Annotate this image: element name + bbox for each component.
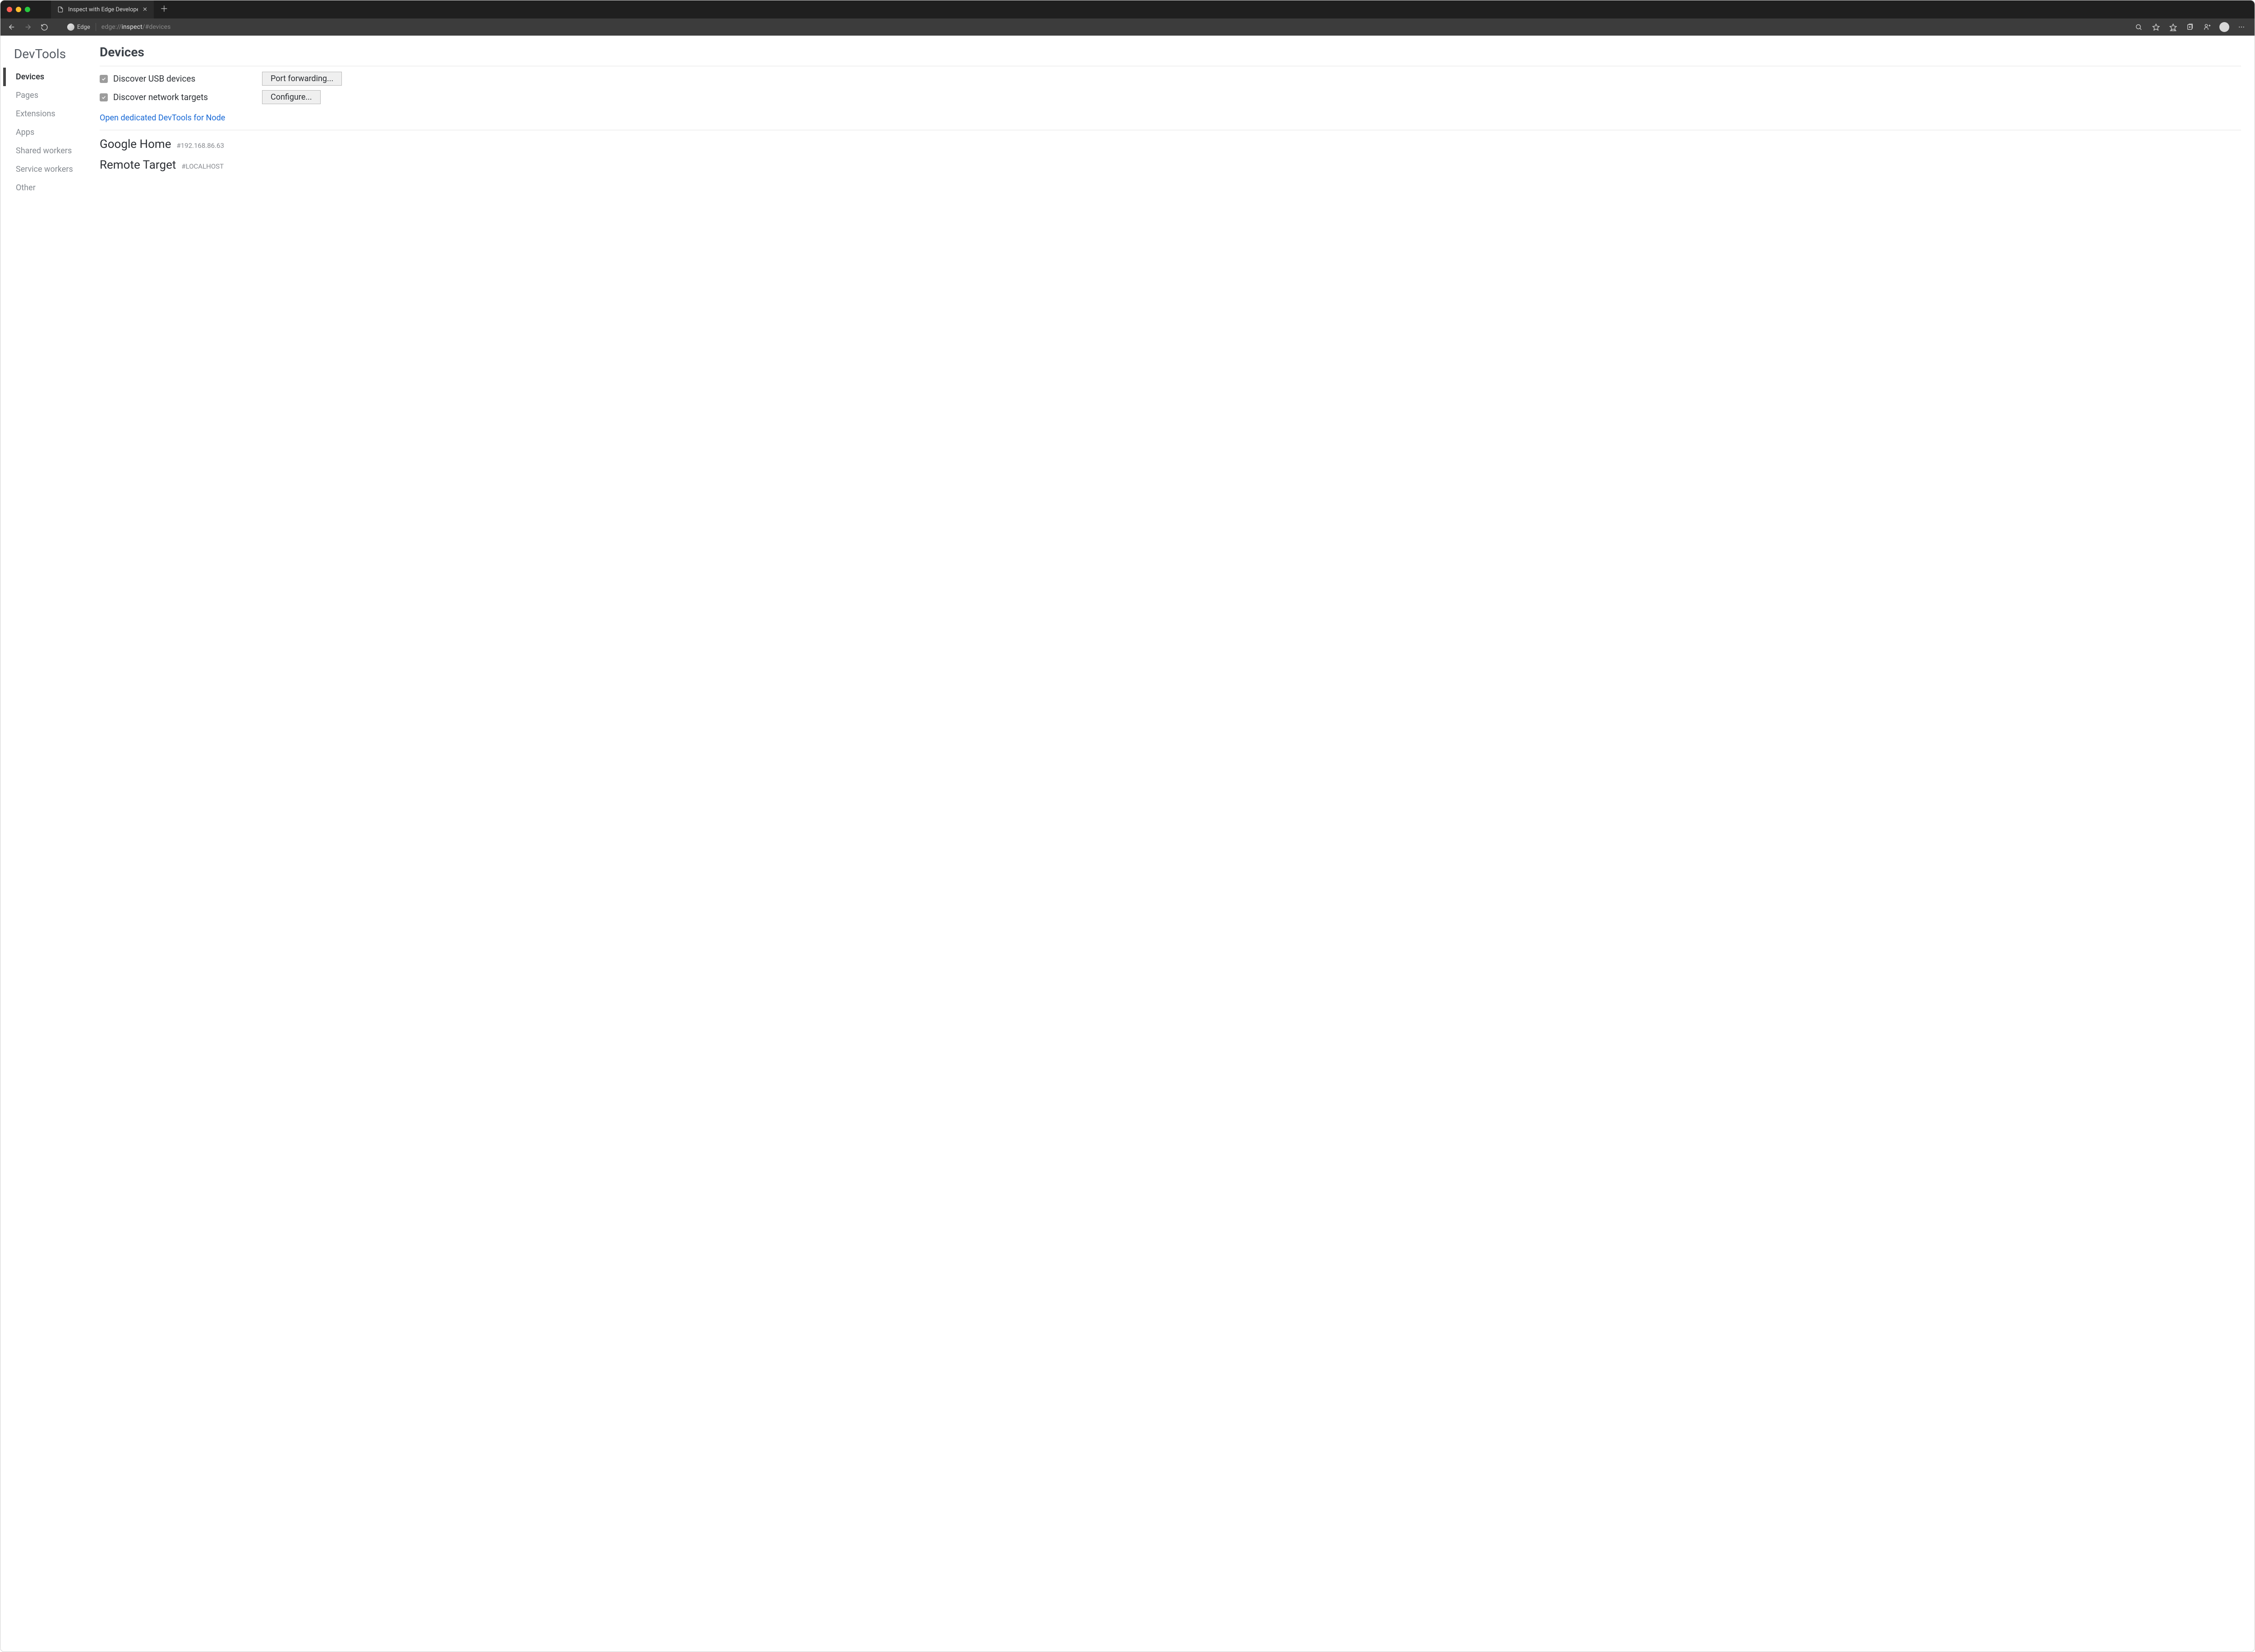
refresh-button[interactable] <box>37 20 51 34</box>
edge-icon <box>67 23 74 31</box>
port-forwarding-button[interactable]: Port forwarding... <box>262 72 342 86</box>
sidebar-item-label: Extensions <box>16 109 55 119</box>
url-scheme: edge:// <box>101 23 122 31</box>
browser-window: Inspect with Edge Developer T ✕ ＋ Edge e… <box>0 0 2255 1652</box>
sidebar-item-apps[interactable]: Apps <box>3 123 95 142</box>
close-tab-button[interactable]: ✕ <box>143 6 147 13</box>
sidebar-item-service-workers[interactable]: Service workers <box>3 160 95 179</box>
maximize-window-button[interactable] <box>25 7 30 12</box>
sidebar: DevTools Devices Pages Extensions Apps S… <box>0 36 95 1652</box>
sidebar-item-other[interactable]: Other <box>3 179 95 197</box>
open-node-devtools-link[interactable]: Open dedicated DevTools for Node <box>100 113 225 123</box>
target-address: #LOCALHOST <box>181 162 224 170</box>
forward-button[interactable] <box>21 20 35 34</box>
sidebar-list: Devices Pages Extensions Apps Shared wor… <box>3 68 95 197</box>
checkbox-checked-icon <box>100 75 108 83</box>
back-button[interactable] <box>5 20 18 34</box>
sidebar-item-shared-workers[interactable]: Shared workers <box>3 142 95 160</box>
collections-icon[interactable] <box>2183 20 2197 34</box>
sidebar-item-label: Devices <box>16 72 44 82</box>
url-path: /#devices <box>143 23 171 31</box>
main-panel: Devices Discover USB devices Port forwar… <box>95 36 2255 1652</box>
option-row: Discover network targets Configure... <box>100 90 2241 104</box>
discover-network-option[interactable]: Discover network targets <box>100 92 253 102</box>
configure-button[interactable]: Configure... <box>262 90 321 104</box>
sidebar-item-label: Pages <box>16 91 38 100</box>
favorites-bar-icon[interactable] <box>2166 20 2180 34</box>
browser-tab[interactable]: Inspect with Edge Developer T ✕ <box>51 0 154 18</box>
edge-badge: Edge <box>67 23 90 31</box>
titlebar: Inspect with Edge Developer T ✕ ＋ <box>0 0 2255 18</box>
tab-title: Inspect with Edge Developer T <box>68 6 138 13</box>
address-bar[interactable]: Edge edge://inspect/#devices <box>54 23 2129 31</box>
option-row: Discover USB devices Port forwarding... <box>100 72 2241 86</box>
sidebar-item-label: Other <box>16 183 36 193</box>
discover-usb-option[interactable]: Discover USB devices <box>100 73 253 84</box>
sidebar-item-pages[interactable]: Pages <box>3 86 95 105</box>
page-content: DevTools Devices Pages Extensions Apps S… <box>0 36 2255 1652</box>
close-window-button[interactable] <box>7 7 12 12</box>
favorite-icon[interactable] <box>2149 20 2163 34</box>
edge-badge-label: Edge <box>77 24 90 31</box>
sidebar-item-devices[interactable]: Devices <box>3 68 95 86</box>
toolbar: Edge edge://inspect/#devices <box>0 18 2255 36</box>
target-name: Google Home <box>100 138 171 151</box>
extension-icon[interactable] <box>2200 20 2214 34</box>
zoom-icon[interactable] <box>2132 20 2145 34</box>
minimize-window-button[interactable] <box>16 7 21 12</box>
sidebar-item-label: Shared workers <box>16 146 72 156</box>
option-label: Discover USB devices <box>113 73 195 84</box>
sidebar-brand: DevTools <box>3 46 95 68</box>
window-controls <box>4 7 35 12</box>
url-text: edge://inspect/#devices <box>101 23 171 31</box>
target-row: Google Home #192.168.86.63 <box>100 138 2241 151</box>
url-host: inspect <box>122 23 143 31</box>
sidebar-item-label: Apps <box>16 128 34 137</box>
sidebar-item-extensions[interactable]: Extensions <box>3 105 95 123</box>
target-row: Remote Target #LOCALHOST <box>100 158 2241 172</box>
page-title: Devices <box>100 45 2241 66</box>
target-name: Remote Target <box>100 158 176 172</box>
toolbar-right <box>2132 20 2250 34</box>
more-menu-icon[interactable] <box>2235 20 2248 34</box>
option-label: Discover network targets <box>113 92 208 102</box>
sidebar-item-label: Service workers <box>16 165 73 174</box>
profile-avatar[interactable] <box>2218 20 2231 34</box>
target-address: #192.168.86.63 <box>177 142 224 150</box>
new-tab-button[interactable]: ＋ <box>154 5 175 14</box>
document-icon <box>57 6 64 13</box>
checkbox-checked-icon <box>100 93 108 101</box>
